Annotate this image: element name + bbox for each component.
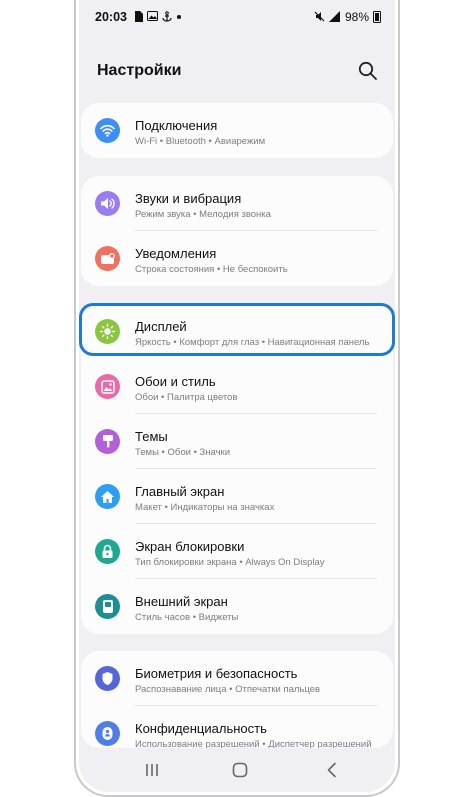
page-title: Настройки — [97, 62, 182, 79]
gallery-icon — [146, 11, 158, 23]
anchor-icon — [162, 10, 172, 24]
settings-item-subtitle: Режим звука • Мелодия звонка — [135, 209, 271, 220]
settings-item-subtitle: Яркость • Комфорт для глаз • Навигационн… — [135, 337, 370, 348]
settings-item-themes[interactable]: Темы Темы • Обои • Значки — [81, 414, 393, 469]
settings-item-title: Биометрия и безопасность — [135, 666, 298, 681]
settings-item-subtitle: Темы • Обои • Значки — [135, 447, 231, 458]
settings-item-privacy[interactable]: Конфиденциальность Использование разреше… — [81, 706, 393, 748]
settings-item-subtitle: Обои • Палитра цветов — [135, 392, 238, 403]
settings-item-subtitle: Строка состояния • Не беспокоить — [135, 264, 288, 275]
signal-icon — [328, 10, 341, 24]
settings-item-title: Дисплей — [135, 319, 187, 334]
status-time: 20:03 — [95, 10, 127, 24]
privacy-icon — [95, 721, 120, 746]
page-header: Настройки — [79, 54, 395, 90]
battery-percent: 98% — [344, 10, 369, 24]
highlight-frame — [79, 303, 395, 356]
settings-item-subtitle: Тип блокировки экрана • Always On Displa… — [135, 557, 325, 568]
settings-item-title: Обои и стиль — [135, 374, 216, 389]
settings-item-subtitle: Макет • Индикаторы на значках — [135, 502, 275, 513]
home-button-icon[interactable] — [228, 758, 252, 782]
settings-item-title: Конфиденциальность — [135, 721, 267, 736]
mute-icon — [314, 11, 325, 24]
settings-item-wallpaper[interactable]: Обои и стиль Обои • Палитра цветов — [81, 359, 393, 414]
phone-frame: 20:03 98% Настройки Подключения Wi-Fi • … — [74, 0, 400, 797]
settings-group-display: Дисплей Яркость • Комфорт для глаз • Нав… — [79, 303, 395, 634]
battery-icon — [373, 11, 381, 23]
settings-item-title: Внешний экран — [135, 594, 228, 609]
settings-item-sounds[interactable]: Звуки и вибрация Режим звука • Мелодия з… — [81, 176, 393, 231]
home-icon — [95, 484, 120, 509]
settings-screen: 20:03 98% Настройки Подключения Wi-Fi • … — [79, 0, 395, 792]
settings-item-title: Уведомления — [135, 246, 217, 261]
settings-item-lock-screen[interactable]: Экран блокировки Тип блокировки экрана •… — [81, 524, 393, 579]
settings-item-subtitle: Распознавание лица • Отпечатки пальцев — [135, 684, 321, 695]
back-icon[interactable] — [320, 758, 344, 782]
settings-item-title: Темы — [135, 429, 168, 444]
brightness-icon — [95, 319, 120, 344]
status-bar: 20:03 98% — [79, 0, 395, 34]
settings-item-title: Экран блокировки — [135, 539, 245, 554]
settings-group-security: Биометрия и безопасность Распознавание л… — [81, 651, 393, 748]
settings-item-subtitle: Использование разрешений • Диспетчер раз… — [135, 739, 372, 748]
settings-item-display[interactable]: Дисплей Яркость • Комфорт для глаз • Нав… — [79, 303, 395, 359]
cover-screen-icon — [95, 594, 120, 619]
themes-icon — [95, 429, 120, 454]
settings-item-connections[interactable]: Подключения Wi-Fi • Bluetooth • Авиарежи… — [81, 103, 393, 158]
settings-item-title: Звуки и вибрация — [135, 191, 242, 206]
settings-item-home-screen[interactable]: Главный экран Макет • Индикаторы на знач… — [81, 469, 393, 524]
settings-item-subtitle: Стиль часов • Виджеты — [135, 612, 239, 623]
settings-item-title: Главный экран — [135, 484, 225, 499]
shield-icon — [95, 666, 120, 691]
speaker-icon — [95, 191, 120, 216]
notification-icon — [95, 246, 120, 271]
wallpaper-icon — [95, 374, 120, 399]
navigation-bar — [79, 748, 395, 792]
settings-group-connections: Подключения Wi-Fi • Bluetooth • Авиарежи… — [81, 103, 393, 158]
settings-item-subtitle: Wi-Fi • Bluetooth • Авиарежим — [135, 136, 266, 147]
settings-item-cover-screen[interactable]: Внешний экран Стиль часов • Виджеты — [81, 579, 393, 634]
search-icon[interactable] — [357, 60, 379, 82]
dot-icon — [176, 13, 182, 22]
lock-icon — [95, 539, 120, 564]
settings-group-sounds-notifications: Звуки и вибрация Режим звука • Мелодия з… — [81, 176, 393, 286]
recents-icon[interactable] — [140, 758, 164, 782]
settings-item-notifications[interactable]: Уведомления Строка состояния • Не беспок… — [81, 231, 393, 286]
sim-card-icon — [134, 10, 143, 24]
settings-item-biometrics[interactable]: Биометрия и безопасность Распознавание л… — [81, 651, 393, 706]
settings-item-title: Подключения — [135, 118, 218, 133]
wifi-icon — [95, 118, 120, 143]
